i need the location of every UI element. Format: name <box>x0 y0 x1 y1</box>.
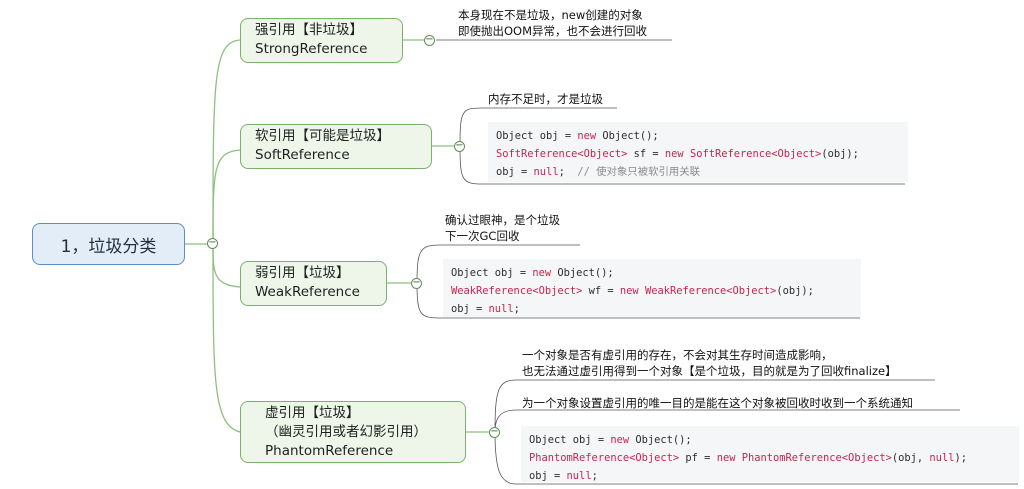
code-token: new SoftReference<Object> <box>664 148 822 160</box>
code-token: null <box>488 303 514 315</box>
topic-phantom-reference-title: 虚引用【垃圾】 <box>265 405 360 421</box>
code-line: WeakReference<Object> wf = new WeakRefer… <box>451 282 853 300</box>
topic-weak-reference-title: 弱引用【垃圾】 <box>255 265 350 281</box>
code-token: new PhantomReference<Object> <box>716 452 892 464</box>
code-token: Object(); <box>551 267 614 279</box>
code-token: ); <box>954 452 967 464</box>
code-token: obj = <box>529 470 567 482</box>
collapse-toggle-phantom[interactable]: − <box>489 427 500 438</box>
code-token: SoftReference<Object> <box>496 148 628 160</box>
code-token: PhantomReference<Object> <box>529 452 680 464</box>
code-token: ; <box>558 166 578 178</box>
collapse-toggle-root[interactable]: − <box>207 238 218 249</box>
code-line: obj = null; // 使对象只被软引用关联 <box>496 163 900 181</box>
note-line: 本身现在不是垃圾，new创建的对象 <box>458 8 643 22</box>
code-token: pf = <box>679 452 717 464</box>
code-token: new <box>532 267 552 279</box>
note-phantom-reference: 一个对象是否有虚引用的存在，不会对其生存时间造成影响， 也无法通过虚引用得到一个… <box>522 347 897 379</box>
topic-soft-reference[interactable]: 软引用【可能是垃圾】 SoftReference <box>240 124 432 169</box>
code-token: null <box>929 452 955 464</box>
code-token: Object obj = <box>529 434 611 446</box>
code-token: new <box>610 434 630 446</box>
code-line: Object obj = new Object(); <box>496 127 900 145</box>
code-token: Object obj = <box>496 130 578 142</box>
topic-soft-reference-subtitle: SoftReference <box>255 147 350 163</box>
code-line: PhantomReference<Object> pf = new Phanto… <box>529 449 1011 467</box>
topic-strong-reference[interactable]: 强引用【非垃圾】 StrongReference <box>240 18 403 63</box>
note-line: 也无法通过虚引用得到一个对象【是个垃圾，目的就是为了回收finalize】 <box>522 364 897 378</box>
code-token: Object(); <box>596 130 659 142</box>
code-token: Object obj = <box>451 267 533 279</box>
topic-strong-reference-title: 强引用【非垃圾】 <box>255 22 363 38</box>
topic-strong-reference-subtitle: StrongReference <box>255 41 368 57</box>
code-block-phantom: Object obj = new Object(); PhantomReferen… <box>521 426 1019 482</box>
code-line: Object obj = new Object(); <box>451 264 853 282</box>
note-line: 确认过眼神，是个垃圾 <box>445 213 560 227</box>
root-topic-label: 1，垃圾分类 <box>60 236 157 257</box>
code-block-soft: Object obj = new Object(); SoftReference<… <box>488 122 908 182</box>
note-strong-reference: 本身现在不是垃圾，new创建的对象 即使抛出OOM异常，也不会进行回收 <box>458 7 647 39</box>
topic-phantom-reference-subtitle: PhantomReference <box>265 443 394 459</box>
code-token: obj = <box>496 166 534 178</box>
code-token: ; <box>591 470 598 482</box>
code-token: (obj); <box>776 285 814 297</box>
code-token: obj = <box>451 303 489 315</box>
root-topic[interactable]: 1，垃圾分类 <box>32 223 185 265</box>
code-token: Object(); <box>629 434 692 446</box>
note-line: 下一次GC回收 <box>445 229 520 243</box>
topic-phantom-reference-alias: （幽灵引用或者幻影引用） <box>265 424 427 440</box>
code-token: WeakReference<Object> <box>451 285 583 297</box>
note-line: 即使抛出OOM异常，也不会进行回收 <box>458 24 648 38</box>
topic-phantom-reference[interactable]: 虚引用【垃圾】 （幽灵引用或者幻影引用） PhantomReference <box>240 401 466 463</box>
topic-weak-reference-subtitle: WeakReference <box>255 284 360 300</box>
code-token: new <box>577 130 597 142</box>
code-line: obj = null; <box>451 300 853 318</box>
note-line: 一个对象是否有虚引用的存在，不会对其生存时间造成影响， <box>522 348 833 362</box>
code-token: // 使对象只被软引用关联 <box>577 166 701 178</box>
code-line: Object obj = new Object(); <box>529 431 1011 449</box>
note-soft-reference: 内存不足时，才是垃圾 <box>488 91 603 107</box>
code-token: (obj); <box>821 148 859 160</box>
topic-soft-reference-title: 软引用【可能是垃圾】 <box>255 128 390 144</box>
collapse-toggle-strong[interactable]: − <box>424 35 435 46</box>
collapse-toggle-weak[interactable]: − <box>411 278 422 289</box>
code-token: new WeakReference<Object> <box>619 285 777 297</box>
code-block-weak: Object obj = new Object(); WeakReference<… <box>443 259 861 317</box>
code-token: null <box>566 470 592 482</box>
topic-weak-reference[interactable]: 弱引用【垃圾】 WeakReference <box>240 261 387 306</box>
code-token: (obj, <box>891 452 930 464</box>
code-token: sf = <box>627 148 665 160</box>
code-token: wf = <box>582 285 620 297</box>
code-token: null <box>533 166 559 178</box>
note-weak-reference: 确认过眼神，是个垃圾 下一次GC回收 <box>445 212 560 244</box>
note-line: 为一个对象设置虚引用的唯一目的是能在这个对象被回收时收到一个系统通知 <box>522 396 913 410</box>
code-line: SoftReference<Object> sf = new SoftRefer… <box>496 145 900 163</box>
note-phantom-purpose: 为一个对象设置虚引用的唯一目的是能在这个对象被回收时收到一个系统通知 <box>522 395 913 411</box>
note-line: 内存不足时，才是垃圾 <box>488 92 603 106</box>
collapse-toggle-soft[interactable]: − <box>454 141 465 152</box>
code-line: obj = null; <box>529 467 1011 485</box>
code-token: ; <box>513 303 520 315</box>
